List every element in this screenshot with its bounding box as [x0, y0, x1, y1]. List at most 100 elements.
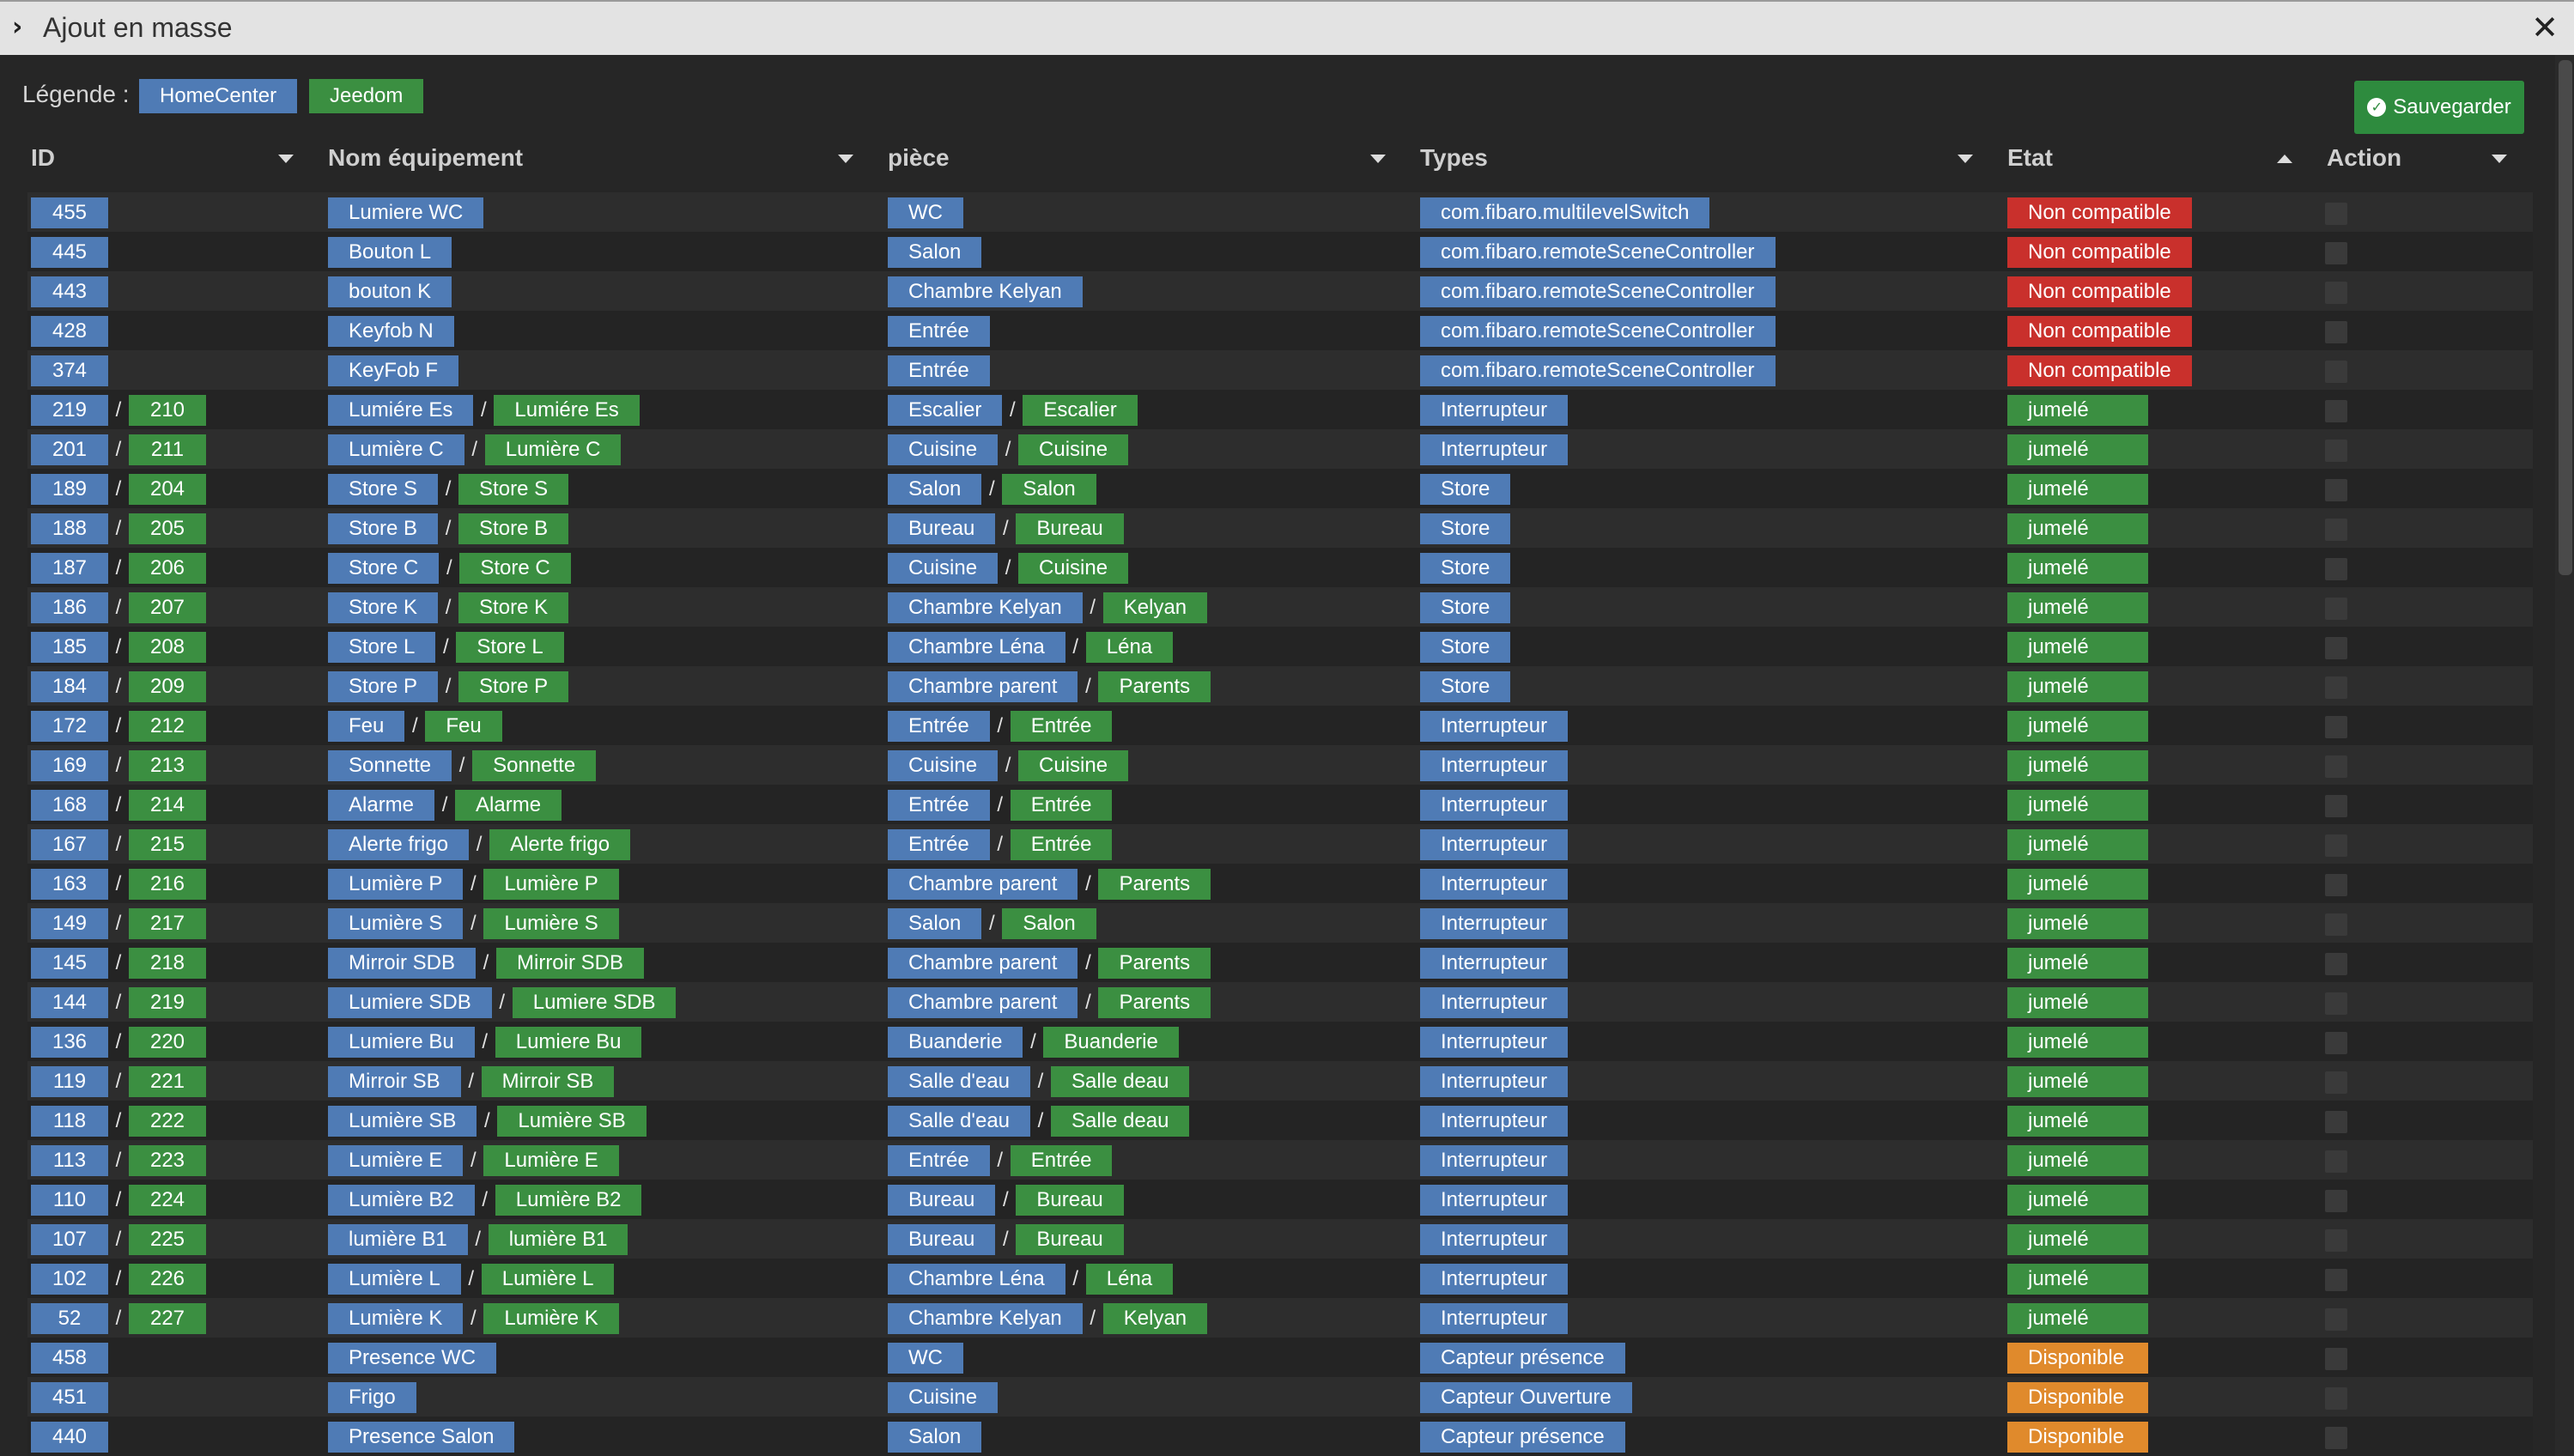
action-checkbox[interactable] [2325, 400, 2347, 422]
pair-separator: / [471, 438, 478, 461]
modal-title: Ajout en masse [43, 12, 233, 43]
pair-separator: / [115, 951, 122, 974]
action-checkbox[interactable] [2325, 440, 2347, 462]
homecenter-name-badge: Store K [328, 592, 439, 623]
action-checkbox[interactable] [2325, 1427, 2347, 1449]
action-checkbox[interactable] [2325, 1190, 2347, 1212]
scrollbar-thumb[interactable] [2559, 60, 2572, 575]
action-checkbox[interactable] [2325, 321, 2347, 343]
homecenter-name-badge: Presence WC [328, 1343, 497, 1374]
action-checkbox[interactable] [2325, 795, 2347, 817]
action-checkbox[interactable] [2325, 913, 2347, 936]
action-checkbox[interactable] [2325, 1387, 2347, 1410]
name-cell: Lumiere Bu / Lumiere Bu [328, 1027, 642, 1058]
sort-down-icon[interactable] [838, 155, 853, 163]
save-button[interactable]: ✓ Sauvegarder [2354, 81, 2524, 134]
action-checkbox[interactable] [2325, 282, 2347, 304]
action-checkbox[interactable] [2325, 1032, 2347, 1054]
action-checkbox[interactable] [2325, 755, 2347, 778]
type-cell: Interrupteur [1420, 790, 1569, 821]
action-checkbox[interactable] [2325, 676, 2347, 699]
column-header-state[interactable]: Etat [2007, 144, 2292, 179]
sort-down-icon[interactable] [2492, 155, 2507, 163]
column-header-id[interactable]: ID [31, 144, 294, 179]
homecenter-room-badge: Entrée [888, 316, 990, 347]
action-checkbox[interactable] [2325, 519, 2347, 541]
name-cell: Lumiere SDB / Lumiere SDB [328, 987, 677, 1018]
jeedom-id-badge: 211 [129, 434, 206, 465]
action-checkbox[interactable] [2325, 1269, 2347, 1291]
column-header-action[interactable]: Action [2327, 144, 2507, 179]
state-cell: Non compatible [2007, 276, 2192, 307]
homecenter-room-badge: Entrée [888, 790, 990, 821]
id-cell: 145 / 218 [31, 948, 206, 979]
action-checkbox[interactable] [2325, 242, 2347, 264]
homecenter-name-badge: Lumière SB [328, 1106, 477, 1137]
room-cell: Escalier / Escalier [888, 395, 1138, 426]
name-cell: Lumière L / Lumière L [328, 1264, 615, 1295]
jeedom-name-badge: Lumière L [481, 1264, 615, 1295]
jeedom-id-badge: 223 [129, 1145, 206, 1176]
pair-separator: / [997, 714, 1004, 737]
room-cell: Chambre parent / Parents [888, 869, 1211, 900]
action-checkbox[interactable] [2325, 992, 2347, 1015]
close-icon[interactable]: ✕ [2531, 9, 2559, 46]
action-checkbox[interactable] [2325, 1229, 2347, 1252]
type-badge: Interrupteur [1420, 1185, 1569, 1216]
action-checkbox[interactable] [2325, 874, 2347, 896]
name-cell: Mirroir SDB / Mirroir SDB [328, 948, 644, 979]
jeedom-room-badge: Cuisine [1018, 434, 1129, 465]
id-cell: 187 / 206 [31, 553, 206, 584]
action-checkbox[interactable] [2325, 1308, 2347, 1331]
name-cell: Lumiere WC [328, 197, 484, 228]
type-badge: com.fibaro.remoteSceneController [1420, 355, 1776, 386]
homecenter-room-badge: Chambre parent [888, 671, 1078, 702]
action-checkbox[interactable] [2325, 1150, 2347, 1173]
action-checkbox[interactable] [2325, 637, 2347, 659]
chevron-right-icon[interactable]: › [12, 12, 22, 42]
type-cell: Interrupteur [1420, 1106, 1569, 1137]
action-checkbox[interactable] [2325, 598, 2347, 620]
action-checkbox[interactable] [2325, 834, 2347, 857]
action-checkbox[interactable] [2325, 1071, 2347, 1094]
room-cell: Entrée [888, 355, 990, 386]
homecenter-room-badge: Bureau [888, 513, 996, 544]
state-badge: jumelé [2007, 1185, 2148, 1216]
column-header-action-label: Action [2327, 144, 2402, 171]
id-cell: 219 / 210 [31, 395, 206, 426]
sort-down-icon[interactable] [1958, 155, 1973, 163]
room-cell: Salon [888, 237, 982, 268]
column-header-name[interactable]: Nom équipement [328, 144, 853, 179]
column-header-types[interactable]: Types [1420, 144, 1973, 179]
type-badge: Interrupteur [1420, 1066, 1569, 1097]
modal-title-bar: › Ajout en masse ✕ [0, 0, 2574, 55]
state-cell: jumelé [2007, 829, 2148, 860]
action-checkbox[interactable] [2325, 203, 2347, 225]
homecenter-name-badge: Bouton L [328, 237, 452, 268]
action-checkbox[interactable] [2325, 716, 2347, 738]
pair-separator: / [115, 833, 122, 856]
homecenter-name-badge: Feu [328, 711, 405, 742]
action-checkbox[interactable] [2325, 558, 2347, 580]
jeedom-room-badge: Parents [1098, 671, 1211, 702]
sort-down-icon[interactable] [278, 155, 294, 163]
jeedom-id-badge: 227 [129, 1303, 206, 1334]
action-checkbox[interactable] [2325, 361, 2347, 383]
action-checkbox[interactable] [2325, 1348, 2347, 1370]
homecenter-name-badge: Lumière S [328, 908, 464, 939]
type-badge: Capteur Ouverture [1420, 1382, 1632, 1413]
sort-down-icon[interactable] [1370, 155, 1386, 163]
table-row: 119 / 221 Mirroir SB / Mirroir SB Salle d'eau /… [27, 1061, 2533, 1101]
pair-separator: / [115, 635, 122, 658]
column-header-room[interactable]: pièce [888, 144, 1386, 179]
type-badge: Interrupteur [1420, 987, 1569, 1018]
action-checkbox[interactable] [2325, 479, 2347, 501]
sort-up-icon[interactable] [2277, 155, 2292, 163]
type-cell: Interrupteur [1420, 948, 1569, 979]
action-checkbox[interactable] [2325, 953, 2347, 975]
id-cell: 455 [31, 197, 108, 228]
pair-separator: / [468, 1070, 474, 1093]
name-cell: Alerte frigo / Alerte frigo [328, 829, 631, 860]
action-checkbox[interactable] [2325, 1111, 2347, 1133]
homecenter-id-badge: 445 [31, 237, 108, 268]
